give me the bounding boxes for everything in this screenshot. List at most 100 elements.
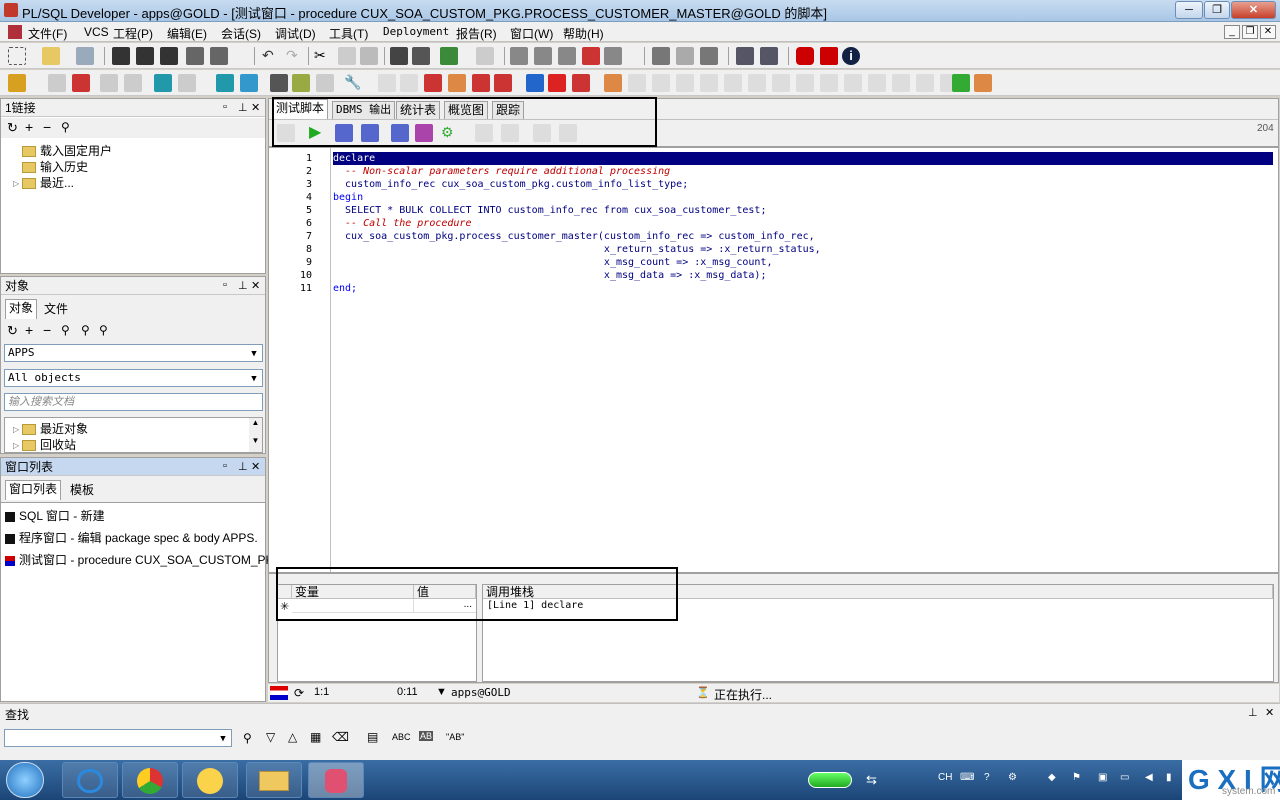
settings-icon[interactable]: ⚙ [1008,772,1017,783]
debug-step-icon-14[interactable] [916,74,934,92]
debug-step-icon-7[interactable] [748,74,766,92]
minimize-button[interactable]: ─ [1175,1,1203,19]
settings-icon[interactable] [48,74,66,92]
car-icon[interactable] [572,74,590,92]
undo-icon[interactable]: ↶ [262,47,280,65]
chrome-taskbar-icon[interactable] [122,762,178,798]
save-all-icon[interactable] [160,47,178,65]
panel-pin-icon[interactable]: ⊥ [238,460,248,473]
network-switch-icon[interactable]: ⇆ [866,772,877,788]
owner-select[interactable]: APPS ▼ [4,344,263,362]
debug-step-icon-12[interactable] [868,74,886,92]
list-item[interactable]: SQL 窗口 - 新建 [5,507,105,524]
restore-button[interactable]: ❐ [1204,1,1230,19]
whole-word-button[interactable]: AB [419,731,434,741]
pdf-icon[interactable] [820,47,838,65]
remove-icon[interactable]: − [43,119,51,135]
menu-project[interactable]: 工程(P) [113,25,153,42]
panel-pin-icon[interactable]: ⊥ [238,101,248,114]
panel-close-icon[interactable]: ✕ [251,460,260,473]
comment-icon[interactable] [510,47,528,65]
battery-icon[interactable] [808,772,852,788]
mdi-close-button[interactable]: ✕ [1260,25,1276,39]
tree-item[interactable]: 输入历史 [13,158,88,175]
debug-step-icon-4[interactable] [676,74,694,92]
debug-step-icon-10[interactable] [820,74,838,92]
paint-taskbar-icon[interactable] [182,762,238,798]
object-icon-3[interactable] [424,74,442,92]
rollback-icon[interactable] [124,74,142,92]
tree-item[interactable]: ▷ 最近... [13,174,74,191]
print-preview-icon[interactable] [186,47,204,65]
unindent-icon[interactable] [558,47,576,65]
test-window-icon[interactable] [240,74,258,92]
object-icon-4[interactable] [448,74,466,92]
keyboard-icon[interactable]: ⌨ [960,772,974,783]
page-setup-icon[interactable] [210,47,228,65]
binoculars-icon[interactable]: ⚲ [243,731,252,745]
debug-step-icon-13[interactable] [892,74,910,92]
arrow-right-red-icon[interactable] [548,74,566,92]
panel-pin-icon[interactable]: ⊥ [238,279,248,292]
selection-icon[interactable]: ▤ [367,730,378,744]
tab-objects[interactable]: 对象 [5,299,38,319]
find-previous-icon[interactable]: △ [288,730,297,744]
object-icon-5[interactable] [472,74,490,92]
code-editor[interactable]: 1 2 3 4 5 6 7 8 9 10 11 declare -- Non-s… [268,147,1279,573]
sql-window-icon[interactable] [154,74,172,92]
redo-icon[interactable]: ↷ [286,47,304,65]
flag-icon[interactable]: ⚑ [1072,772,1081,783]
eraser-icon[interactable]: ⌫ [332,730,349,744]
commit-icon[interactable] [100,74,118,92]
info-icon[interactable]: i [842,47,860,65]
window-arrange-icon[interactable] [700,47,718,65]
explorer-taskbar-icon[interactable] [246,762,302,798]
wrench-icon[interactable]: 🔧 [344,74,362,92]
panel-close-icon[interactable]: ✕ [251,101,260,114]
panel-restore-icon[interactable]: ▫ [223,279,227,291]
window-tile-icon[interactable] [652,47,670,65]
close-icon[interactable]: ✕ [1265,706,1274,719]
highlight-all-icon[interactable]: ▦ [310,730,321,744]
menu-session[interactable]: 会话(S) [221,25,261,42]
list-item[interactable]: 测试窗口 - procedure CUX_SOA_CUSTOM_PKG.I [5,551,290,568]
window-list-icon[interactable] [736,47,754,65]
app-menu-icon[interactable] [8,25,22,39]
debug-step-icon-11[interactable] [844,74,862,92]
oracle-icon[interactable] [796,47,814,65]
help-icon[interactable]: ? [984,772,990,783]
find-next-icon[interactable] [412,47,430,65]
menu-vcs[interactable]: VCS [84,25,109,39]
mdi-restore-button[interactable]: ❐ [1242,25,1258,39]
diagram-icon[interactable] [316,74,334,92]
tab-window-list[interactable]: 窗口列表 [5,480,62,500]
match-case-button[interactable]: ABC [392,732,411,742]
object-icon-6[interactable] [494,74,512,92]
menu-file[interactable]: 文件(F) [28,25,67,42]
add-icon[interactable]: + [25,119,33,135]
indent-icon[interactable] [534,47,552,65]
explain-plan-icon[interactable] [270,74,288,92]
chevron-down-icon[interactable]: ▼ [436,686,447,698]
tab-templates[interactable]: 模板 [67,482,97,500]
close-button[interactable]: ✕ [1231,1,1276,19]
arrow-right-blue-icon[interactable] [526,74,544,92]
panel-restore-icon[interactable]: ▫ [223,460,227,472]
filter-edit-icon[interactable]: ⚲ [99,323,108,337]
debug-step-icon-9[interactable] [796,74,814,92]
compile-icon[interactable] [72,74,90,92]
plsql-taskbar-icon[interactable] [308,762,364,798]
window-cascade-icon[interactable] [676,47,694,65]
sql-options-icon[interactable] [178,74,196,92]
command-window-icon[interactable] [216,74,234,92]
open-icon[interactable] [42,47,60,65]
menu-help[interactable]: 帮助(H) [563,25,604,42]
object-filter-select[interactable]: All objects ▼ [4,369,263,387]
volume-icon[interactable]: ◀ [1145,772,1153,783]
find-next-icon[interactable]: ▽ [266,730,275,744]
debug-step-icon-2[interactable] [628,74,646,92]
search-input[interactable]: 输入搜索文档 [4,393,263,411]
lowercase-icon[interactable] [604,47,622,65]
pin-icon[interactable]: ⊥ [1248,706,1258,719]
start-button[interactable] [6,762,44,798]
